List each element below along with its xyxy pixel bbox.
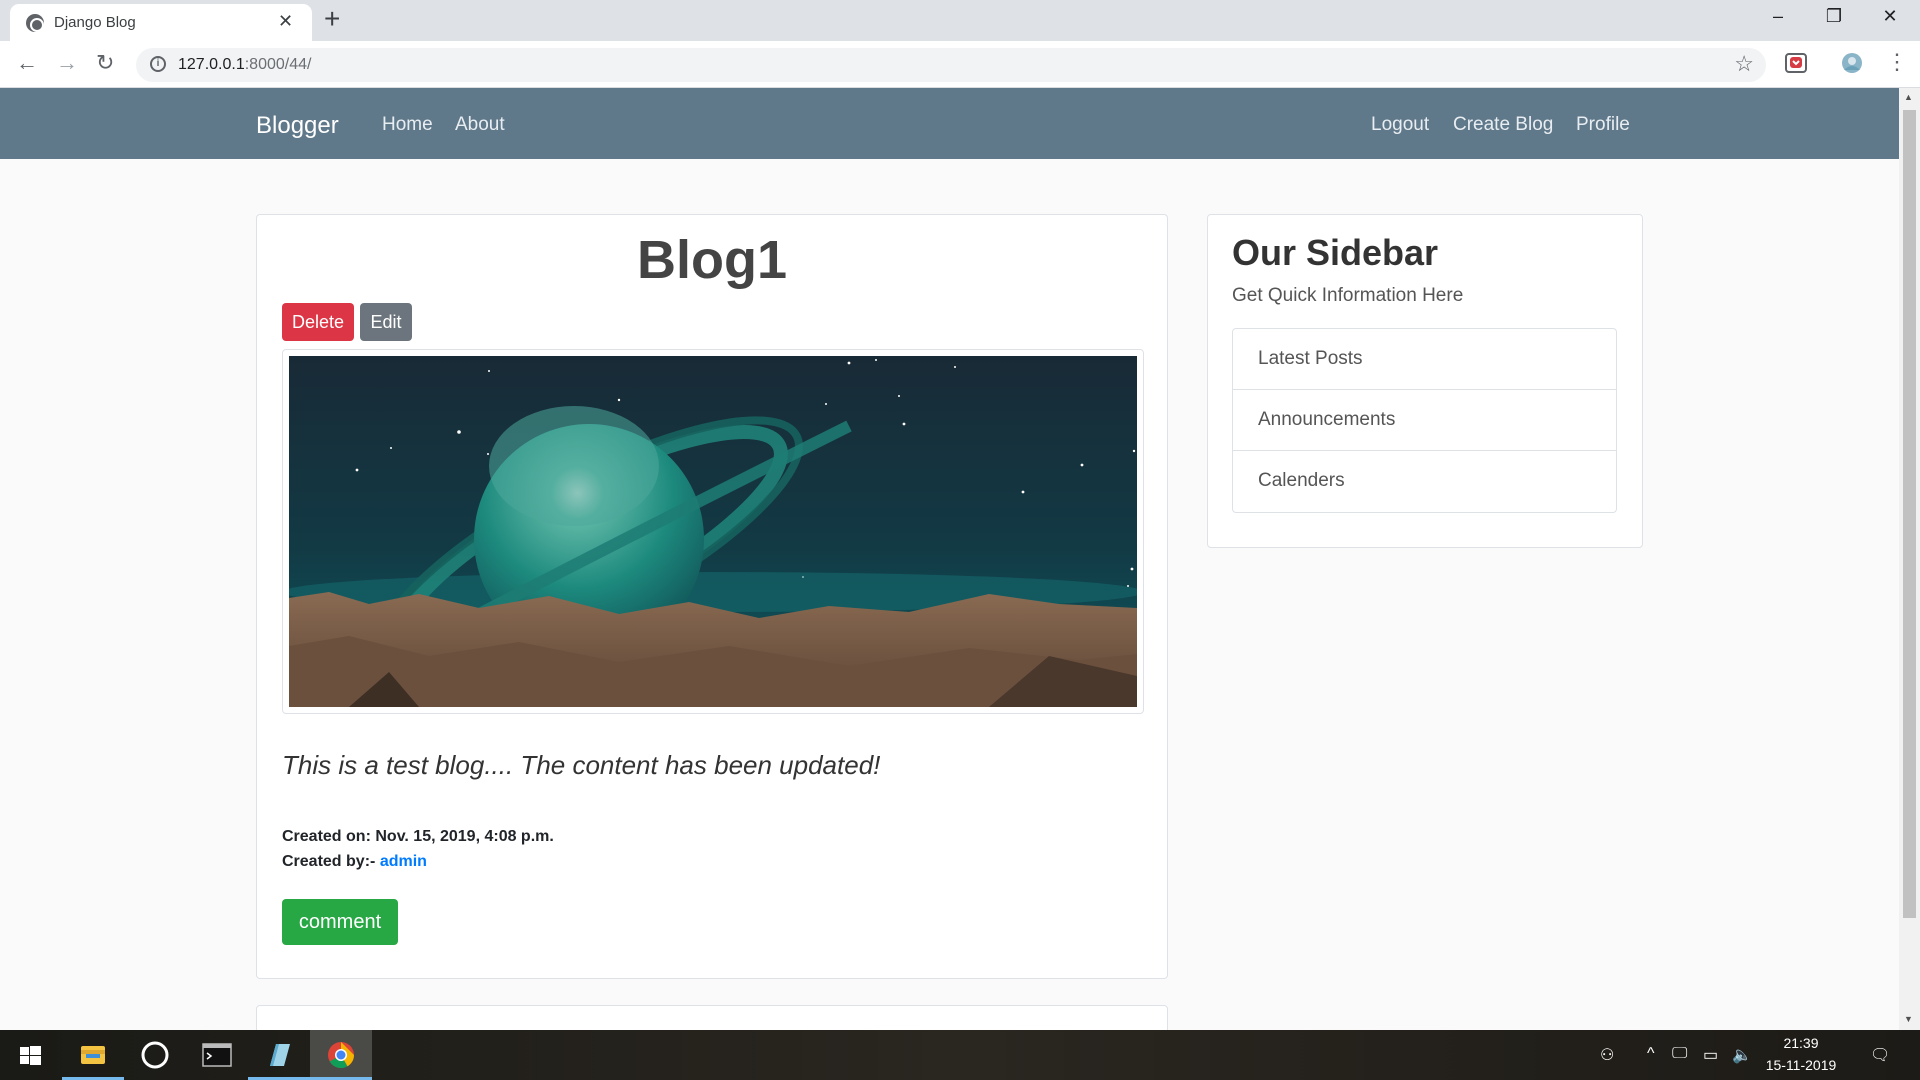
browser-tab[interactable]: Django Blog ✕ [10, 4, 312, 41]
scroll-thumb[interactable] [1903, 110, 1916, 918]
tray-chevron-up-icon[interactable]: ^ [1647, 1045, 1655, 1063]
sidebar-item-calenders[interactable]: Calenders [1233, 451, 1616, 512]
notifications-icon[interactable]: 🗨 [1870, 1045, 1890, 1065]
sidebar-title: Our Sidebar [1232, 232, 1439, 273]
url-text[interactable]: 127.0.0.1:8000/44/ [178, 56, 311, 74]
nav-link-create-blog[interactable]: Create Blog [1453, 114, 1553, 136]
people-icon[interactable]: ⚇ [1600, 1045, 1614, 1065]
site-navbar: Blogger Home About Logout Create Blog Pr… [0, 88, 1899, 159]
comment-button[interactable]: comment [282, 899, 398, 945]
close-tab-icon[interactable]: ✕ [278, 11, 293, 32]
close-window-icon[interactable]: ✕ [1870, 6, 1910, 27]
address-bar[interactable]: i 127.0.0.1:8000/44/ ☆ [136, 48, 1766, 82]
windows-logo-icon [20, 1046, 41, 1065]
tray-date[interactable]: 15-11-2019 [1765, 1057, 1837, 1073]
post-created-by: Created by:- admin [282, 853, 427, 870]
file-explorer-icon[interactable] [62, 1030, 124, 1080]
globe-icon [26, 14, 44, 32]
back-icon[interactable]: ← [16, 50, 38, 76]
author-link[interactable]: admin [380, 853, 427, 870]
profile-avatar-icon[interactable] [1841, 52, 1863, 74]
reload-icon[interactable]: ↻ [96, 50, 114, 76]
terminal-icon[interactable] [186, 1030, 248, 1080]
post-created-on: Created on: Nov. 15, 2019, 4:08 p.m. [282, 828, 554, 845]
post-title: Blog1 [636, 230, 787, 290]
new-tab-icon[interactable]: + [324, 4, 340, 34]
network-icon[interactable]: 🖵 [1672, 1045, 1687, 1063]
tab-title: Django Blog [54, 14, 136, 31]
post-card: Blog1 Delete Edit This is a test blog...… [256, 214, 1168, 979]
menu-kebab-icon[interactable]: ⋮ [1886, 49, 1908, 75]
edit-button[interactable]: Edit [360, 303, 412, 341]
cortana-icon[interactable] [124, 1030, 186, 1080]
info-icon[interactable]: i [150, 56, 166, 72]
battery-icon[interactable]: ▭ [1703, 1045, 1718, 1065]
page-viewport: Blogger Home About Logout Create Blog Pr… [0, 88, 1899, 1030]
browser-tabstrip: Django Blog ✕ + – ❐ ✕ [0, 0, 1920, 41]
sidebar-item-latest-posts[interactable]: Latest Posts [1233, 329, 1616, 390]
nav-link-home[interactable]: Home [382, 114, 433, 136]
tray-time[interactable]: 21:39 [1765, 1035, 1837, 1051]
next-card [256, 1005, 1168, 1030]
sidebar-item-announcements[interactable]: Announcements [1233, 390, 1616, 451]
start-button[interactable] [0, 1030, 62, 1080]
post-content: This is a test blog.... The content has … [282, 750, 881, 780]
nav-link-about[interactable]: About [455, 114, 505, 136]
pocket-extension-icon[interactable] [1785, 52, 1807, 74]
chrome-icon[interactable] [310, 1030, 372, 1080]
nav-link-profile[interactable]: Profile [1576, 114, 1630, 136]
forward-icon[interactable]: → [56, 50, 78, 76]
bookmark-star-icon[interactable]: ☆ [1734, 51, 1754, 77]
volume-icon[interactable]: 🔈 [1732, 1045, 1752, 1065]
windows-taskbar: ⚇ ^ 🖵 ▭ 🔈 21:39 15-11-2019 🗨 [0, 1030, 1920, 1080]
minimize-icon[interactable]: – [1758, 6, 1798, 27]
restore-icon[interactable]: ❐ [1814, 6, 1854, 27]
nav-link-logout[interactable]: Logout [1371, 114, 1429, 136]
notepad-icon[interactable] [248, 1030, 310, 1080]
sidebar-card: Our Sidebar Get Quick Information Here L… [1207, 214, 1643, 548]
scroll-down-icon[interactable]: ▼ [1904, 1014, 1913, 1024]
scroll-up-icon[interactable]: ▲ [1904, 92, 1913, 102]
sidebar-list: Latest Posts Announcements Calenders [1232, 328, 1617, 513]
navbar-brand[interactable]: Blogger [256, 112, 339, 140]
post-image [282, 349, 1144, 714]
delete-button[interactable]: Delete [282, 303, 354, 341]
sidebar-subtitle: Get Quick Information Here [1232, 285, 1464, 306]
page-scrollbar[interactable]: ▲ ▼ [1899, 88, 1920, 1030]
browser-toolbar: ← → ↻ i 127.0.0.1:8000/44/ ☆ ⋮ [0, 41, 1920, 88]
